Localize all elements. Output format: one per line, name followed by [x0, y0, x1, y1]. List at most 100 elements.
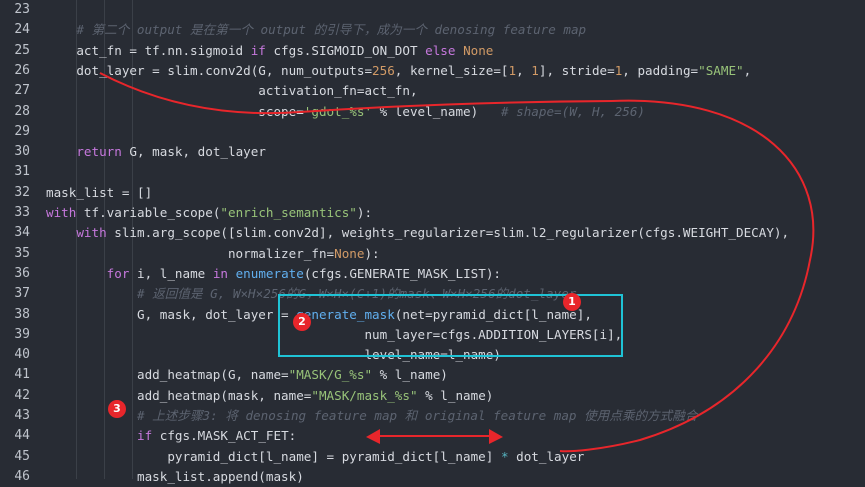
code-token: % l_name)	[417, 387, 494, 403]
code-line[interactable]: with tf.variable_scope("enrich_semantics…	[46, 203, 372, 223]
code-token: "enrich_semantics"	[220, 205, 357, 220]
code-token: act_fn = tf.nn.sigmoid	[46, 42, 251, 58]
line-number: 34	[14, 225, 30, 241]
code-token: dot_layer = slim.conv2d(G, num_outputs=	[46, 62, 373, 78]
code-token: # 第二个 output 是在第一个 output 的引导下，成为一个 deno…	[76, 22, 587, 38]
line-number: 40	[14, 347, 30, 363]
code-line[interactable]: act_fn = tf.nn.sigmoid if cfgs.SIGMOID_O…	[46, 41, 493, 61]
code-token: level_name=l_name)	[46, 347, 501, 363]
annotation-badge-2: 2	[293, 313, 311, 331]
code-token: # shape=(W, H, 256)	[500, 103, 646, 119]
line-number: 39	[14, 326, 30, 342]
code-line[interactable]: if cfgs.MASK_ACT_FET:	[46, 426, 296, 446]
code-token: mask_list.append(mask)	[46, 468, 304, 484]
code-line[interactable]: # 上述步骤3: 将 denosing feature map 和 origin…	[46, 406, 697, 426]
code-token: with	[76, 225, 107, 241]
code-token: scope=	[46, 103, 304, 119]
code-line[interactable]: return G, mask, dot_layer	[46, 142, 266, 162]
line-number: 25	[14, 42, 30, 58]
code-token: "SAME"	[698, 62, 744, 78]
line-number: 35	[14, 245, 30, 261]
code-token: ], stride=	[538, 62, 615, 78]
line-number: 30	[14, 144, 30, 160]
code-token: "MASK/G_%s"	[288, 367, 373, 383]
code-token: return	[76, 144, 122, 160]
code-token: ,	[516, 62, 532, 78]
code-line[interactable]: # 第二个 output 是在第一个 output 的引导下，成为一个 deno…	[46, 20, 586, 40]
code-token: pyramid_dict[l_name] = pyramid_dict[l_na…	[46, 448, 501, 464]
code-token: 'gdot_%s'	[303, 103, 373, 119]
code-token: normalizer_fn=	[46, 245, 335, 261]
code-line[interactable]: with slim.arg_scope([slim.conv2d], weigh…	[46, 223, 789, 243]
line-number: 44	[14, 428, 30, 444]
line-number: 31	[14, 164, 30, 180]
code-line[interactable]: activation_fn=act_fn,	[46, 81, 417, 101]
code-line[interactable]: scope='gdot_%s' % level_name) # shape=(W…	[46, 102, 645, 122]
code-token: ):	[356, 205, 373, 220]
code-token: enumerate	[235, 265, 304, 281]
code-token: cfgs.MASK_ACT_FET:	[152, 428, 297, 444]
code-token: *	[500, 448, 509, 464]
code-token: "MASK/mask_%s"	[311, 387, 418, 403]
code-token: 1	[508, 62, 517, 78]
code-token: None	[463, 42, 494, 58]
code-line[interactable]: mask_list.append(mask)	[46, 467, 304, 487]
code-line[interactable]: dot_layer = slim.conv2d(G, num_outputs=2…	[46, 61, 751, 81]
line-number: 26	[14, 62, 30, 78]
code-line[interactable]: for i, l_name in enumerate(cfgs.GENERATE…	[46, 264, 501, 284]
code-token: None	[334, 245, 365, 261]
code-token: ):	[364, 245, 380, 261]
code-token: ,	[743, 62, 752, 78]
line-number: 28	[14, 103, 30, 119]
line-number: 29	[14, 123, 30, 139]
code-token: (net=pyramid_dict[l_name],	[394, 306, 592, 322]
code-token: % l_name)	[372, 367, 448, 383]
line-number: 24	[14, 22, 30, 38]
line-number: 32	[14, 184, 30, 200]
code-token: num_layer=cfgs.ADDITION_LAYERS[i],	[46, 326, 623, 342]
line-number: 27	[14, 83, 30, 99]
code-token: cfgs.SIGMOID_ON_DOT	[265, 42, 426, 58]
code-token: # 返回值是 G, W×H×256的G，W×H×(C+1)的mask、W×H×2…	[137, 286, 577, 302]
code-line[interactable]: # 返回值是 G, W×H×256的G，W×H×(C+1)的mask、W×H×2…	[46, 284, 576, 304]
code-line[interactable]: pyramid_dict[l_name] = pyramid_dict[l_na…	[46, 447, 584, 467]
code-token: else	[425, 42, 456, 58]
line-number: 43	[14, 408, 30, 423]
code-editor[interactable]: 23 24 # 第二个 output 是在第一个 output 的引导下，成为一个…	[0, 0, 865, 484]
code-line[interactable]: normalizer_fn=None):	[46, 244, 380, 264]
code-line[interactable]: G, mask, dot_layer = generate_mask(net=p…	[46, 305, 592, 325]
line-number: 37	[14, 286, 30, 302]
code-token: add_heatmap(mask, name=	[46, 387, 312, 403]
code-token: slim.arg_scope([slim.conv2d], weights_re…	[106, 225, 790, 241]
line-number: 41	[14, 367, 30, 383]
code-token: tf.variable_scope(	[76, 205, 221, 220]
code-token: for	[106, 265, 130, 281]
code-token: 1	[531, 62, 539, 78]
code-token: , kernel_size=[	[394, 62, 509, 78]
code-token: G, mask, dot_layer	[121, 144, 266, 160]
code-line[interactable]: num_layer=cfgs.ADDITION_LAYERS[i],	[46, 325, 622, 345]
code-token: # 上述步骤3: 将 denosing feature map 和 origin…	[137, 408, 698, 423]
code-token: i, l_name	[129, 265, 213, 281]
code-token: if	[137, 428, 153, 444]
annotation-badge-1: 1	[563, 293, 581, 311]
code-line[interactable]: add_heatmap(G, name="MASK/G_%s" % l_name…	[46, 365, 448, 385]
line-number: 23	[14, 2, 30, 17]
code-line[interactable]: level_name=l_name)	[46, 345, 501, 365]
code-token: generate_mask	[296, 306, 395, 322]
line-number: 45	[14, 448, 30, 464]
line-number: 36	[14, 265, 30, 281]
code-line[interactable]: mask_list = []	[46, 183, 152, 203]
code-token: mask_list = []	[46, 184, 153, 200]
annotation-badge-3: 3	[108, 400, 126, 418]
code-token: in	[212, 265, 228, 281]
code-token: (cfgs.GENERATE_MASK_LIST):	[303, 265, 501, 281]
code-token: dot_layer	[508, 448, 585, 464]
